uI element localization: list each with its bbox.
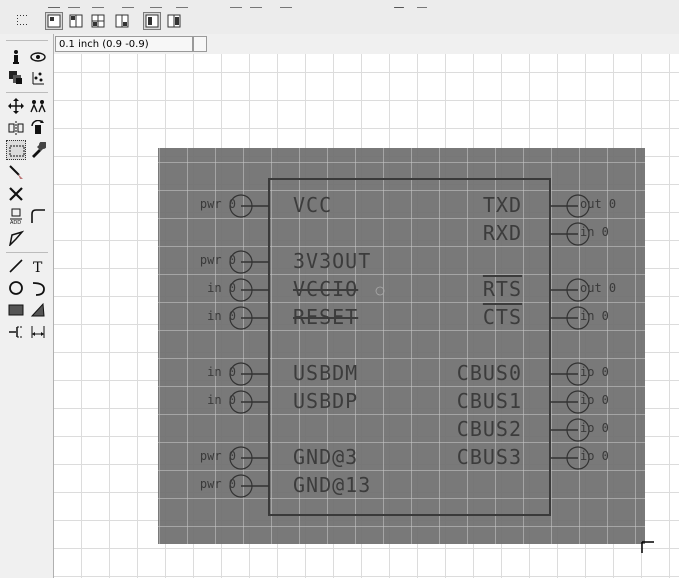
- pin-direction-label: out 0: [580, 197, 617, 211]
- pin-name-label: CBUS3: [456, 445, 522, 469]
- toolbar-separator: [6, 252, 48, 253]
- mark-icon[interactable]: [28, 68, 48, 88]
- pin-name-label: GND@3: [293, 445, 359, 469]
- pin-name-label: GND@13: [293, 473, 372, 497]
- pin-name-label: TXD: [482, 193, 522, 217]
- pin-direction-label: in 0: [580, 225, 609, 239]
- pin-direction-label: io 0: [580, 365, 609, 379]
- pin-direction-label: in 0: [207, 309, 236, 323]
- pin-direction-label: pwr 0: [199, 477, 236, 491]
- pin-name-label: VCC: [293, 193, 333, 217]
- pin-name-label: VCCIO: [293, 277, 359, 301]
- layout-corner-icon[interactable]: [113, 12, 131, 30]
- svg-text:T: T: [33, 260, 43, 274]
- miter-icon[interactable]: [28, 206, 48, 226]
- pin-name-label: 3V3OUT: [293, 249, 372, 273]
- toolbar-separator: [6, 40, 48, 41]
- pin-name-label: CBUS1: [456, 389, 522, 413]
- schematic-canvas[interactable]: pwr 0 VCC pwr 0 3V3OUT in 0 VCCIO in 0 RESET in …: [54, 54, 679, 578]
- copy-group-icon[interactable]: [28, 96, 48, 116]
- pin-direction-label: pwr 0: [199, 449, 236, 463]
- delete-icon[interactable]: [6, 184, 26, 204]
- text-tool-icon[interactable]: T: [28, 256, 48, 276]
- circle-tool-icon[interactable]: [6, 278, 26, 298]
- pin-direction-label: pwr 0: [199, 197, 236, 211]
- layout-split-icon[interactable]: [67, 12, 85, 30]
- pin-name-label: USBDP: [293, 389, 359, 413]
- info-icon[interactable]: [6, 47, 26, 67]
- pin-name-label: RXD: [482, 221, 522, 245]
- pin-direction-label: out 0: [580, 281, 617, 295]
- change-icon[interactable]: [28, 140, 48, 160]
- grid-toggle-icon[interactable]: [14, 12, 32, 30]
- pin-direction-label: in 0: [207, 365, 236, 379]
- dimension-tool-icon[interactable]: [28, 322, 48, 342]
- layout-right-icon[interactable]: [165, 12, 183, 30]
- pin-direction-label: in 0: [207, 281, 236, 295]
- pin-tool-icon[interactable]: [6, 322, 26, 342]
- pin-direction-label: pwr 0: [199, 253, 236, 267]
- layout-single-icon[interactable]: [45, 12, 63, 30]
- split-icon[interactable]: [6, 228, 26, 248]
- pin-name-label: CBUS2: [456, 417, 522, 441]
- mirror-icon[interactable]: [6, 118, 26, 138]
- arc-tool-icon[interactable]: [28, 278, 48, 298]
- layout-toolbar: [0, 8, 679, 35]
- toolbar-separator: [6, 92, 48, 93]
- pin-direction-label: in 0: [207, 393, 236, 407]
- polygon-tool-icon[interactable]: [28, 300, 48, 320]
- line-tool-icon[interactable]: [6, 256, 26, 276]
- pin-name-label: RTS: [482, 277, 522, 301]
- pin-direction-label: in 0: [580, 309, 609, 323]
- add-part-icon[interactable]: ADD: [6, 206, 26, 226]
- coordinate-bar: 0.1 inch (0.9 -0.9): [0, 34, 679, 54]
- pin-name-label: RESET: [293, 305, 359, 329]
- pin-direction-label: io 0: [580, 393, 609, 407]
- rotate-icon[interactable]: [28, 118, 48, 138]
- coordinate-display: 0.1 inch (0.9 -0.9): [55, 36, 193, 52]
- svg-text:ADD: ADD: [10, 220, 21, 224]
- coordinate-command-field[interactable]: [193, 36, 207, 52]
- tools-toolbar: ADD T: [0, 34, 54, 578]
- rectangle-tool-icon[interactable]: [6, 300, 26, 320]
- pin-direction-label: io 0: [580, 421, 609, 435]
- paint-icon[interactable]: [6, 162, 26, 182]
- group-select-icon[interactable]: [6, 140, 26, 160]
- move-icon[interactable]: [6, 96, 26, 116]
- eye-icon[interactable]: [28, 47, 48, 67]
- pin-name-label: CTS: [482, 305, 522, 329]
- layout-quad-icon[interactable]: [89, 12, 107, 30]
- layer-display-icon[interactable]: [6, 68, 26, 88]
- origin-marker: [375, 286, 385, 296]
- pin-name-label: USBDM: [293, 361, 359, 385]
- layout-left-icon[interactable]: [143, 12, 161, 30]
- pin-name-label: CBUS0: [456, 361, 522, 385]
- pin-direction-label: io 0: [580, 449, 609, 463]
